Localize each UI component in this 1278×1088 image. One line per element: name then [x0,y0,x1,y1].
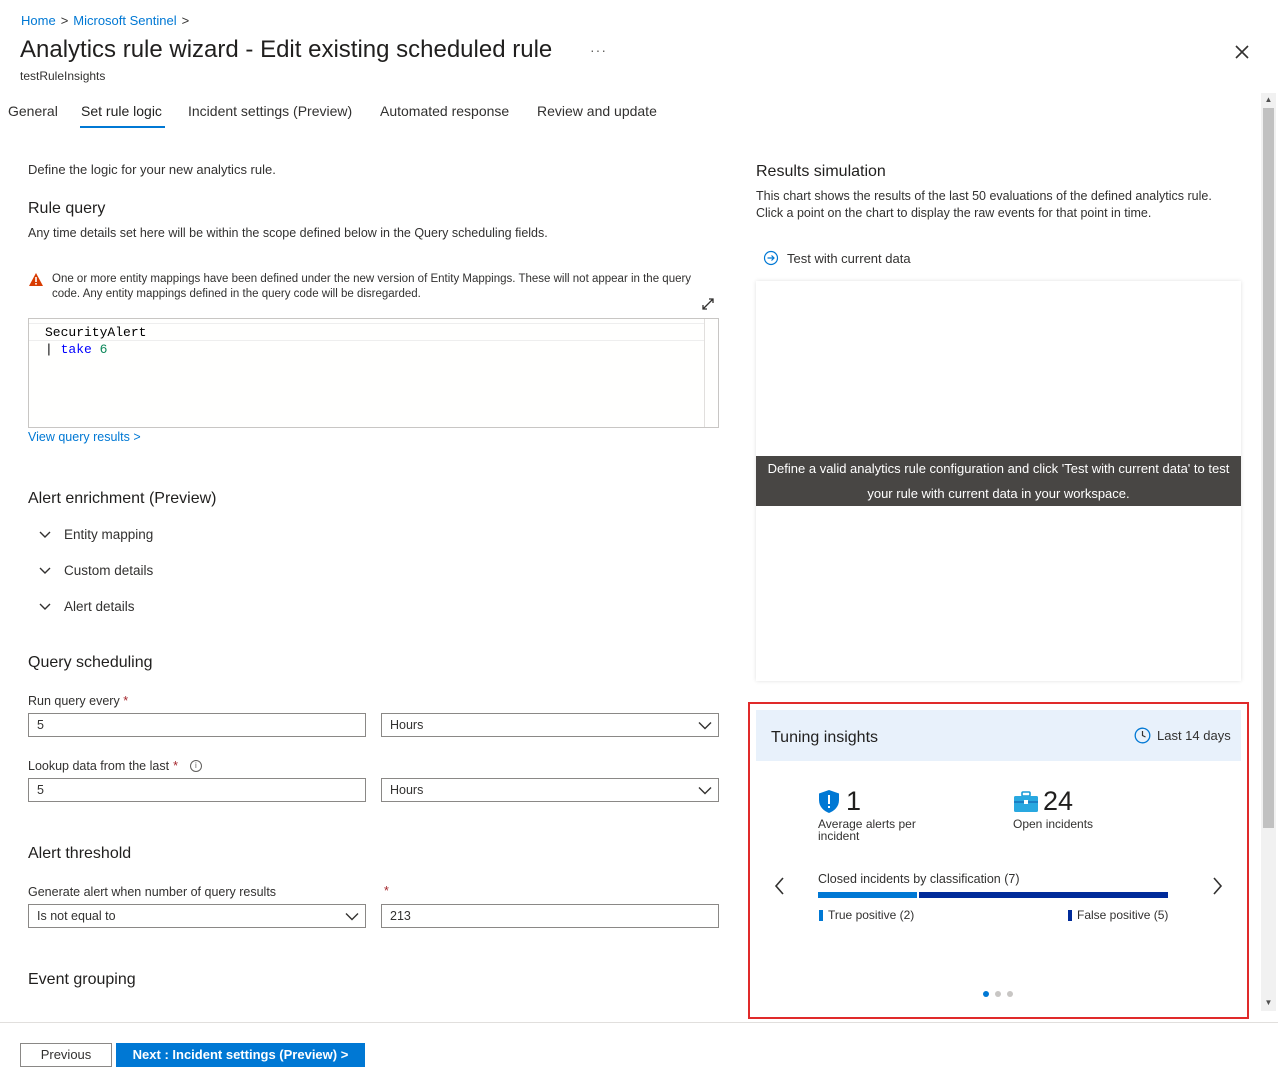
lookup-unit-select[interactable]: Hours [381,778,719,802]
next-button[interactable]: Next : Incident settings (Preview) > [116,1043,365,1067]
threshold-value-input[interactable]: 213 [381,904,719,928]
tab-set-rule-logic[interactable]: Set rule logic [81,103,162,119]
active-tab-indicator [80,126,165,128]
results-simulation-heading: Results simulation [756,163,886,180]
results-simulation-description: This chart shows the results of the last… [756,189,1212,220]
query-editor[interactable]: SecurityAlert | take 6 [28,318,719,428]
breadcrumb-sentinel-link[interactable]: Microsoft Sentinel [73,13,176,28]
query-keyword: take [60,342,92,357]
expand-editor-icon[interactable] [700,296,716,312]
required-marker: * [384,884,389,898]
scroll-up-arrow[interactable]: ▲ [1261,93,1276,107]
test-button-label: Test with current data [787,250,911,266]
chevron-down-icon [39,567,51,574]
lookup-unit-value: Hours [390,783,424,797]
test-with-current-data-button[interactable]: Test with current data [763,250,911,266]
event-grouping-heading: Event grouping [28,971,136,988]
previous-button[interactable]: Previous [20,1043,112,1067]
simulation-message-banner: Define a valid analytics rule configurat… [756,456,1241,506]
query-scheduling-heading: Query scheduling [28,654,153,671]
breadcrumb: Home > Microsoft Sentinel > [21,13,189,28]
required-marker: * [123,694,129,708]
chevron-down-icon [345,912,359,920]
threshold-label: Generate alert when number of query resu… [28,885,277,899]
page-title: Analytics rule wizard - Edit existing sc… [20,36,553,63]
view-query-results-link[interactable]: View query results > [28,430,141,444]
alert-details-label: Alert details [64,599,135,614]
scroll-down-arrow[interactable]: ▼ [1261,996,1276,1010]
breadcrumb-separator: > [60,13,69,28]
arrow-circle-icon [763,250,779,266]
more-options-button[interactable]: ··· [590,42,607,58]
run-query-label: Run query every * [28,694,128,708]
chevron-down-icon [39,531,51,538]
chevron-down-icon [698,721,712,729]
query-line: SecurityAlert [29,323,705,341]
tab-general[interactable]: General [8,103,58,119]
run-query-unit-value: Hours [390,718,424,732]
custom-details-label: Custom details [64,563,154,578]
lookup-data-input[interactable]: 5 [28,778,366,802]
close-icon[interactable] [1230,40,1254,64]
rule-name-subtitle: testRuleInsights [20,69,106,83]
run-query-unit-select[interactable]: Hours [381,713,719,737]
tab-review-and-update[interactable]: Review and update [537,103,657,119]
breadcrumb-separator: > [181,13,190,28]
alert-enrichment-heading: Alert enrichment (Preview) [28,490,217,507]
query-line: | take 6 [45,341,107,359]
editor-scrollbar[interactable] [704,319,705,427]
entity-mapping-label: Entity mapping [64,527,154,542]
query-pipe: | [45,342,53,357]
query-number: 6 [99,342,108,357]
breadcrumb-home-link[interactable]: Home [21,13,56,28]
rule-query-heading: Rule query [28,200,106,217]
lookup-label: Lookup data from the last * i [28,759,202,773]
warning-text: One or more entity mappings have been de… [52,273,692,300]
alert-threshold-heading: Alert threshold [28,845,132,862]
chevron-down-icon [39,603,51,610]
intro-text: Define the logic for your new analytics … [28,162,276,177]
threshold-operator-select[interactable]: Is not equal to [28,904,366,928]
run-query-every-input[interactable]: 5 [28,713,366,737]
custom-details-expander[interactable]: Custom details [38,563,153,578]
entity-mapping-warning: One or more entity mappings have been de… [28,272,698,302]
tuning-insights-highlight [748,702,1249,1019]
tab-incident-settings[interactable]: Incident settings (Preview) [188,103,352,119]
tab-automated-response[interactable]: Automated response [380,103,509,119]
query-table-name: SecurityAlert [45,325,147,340]
scrollbar-thumb[interactable] [1263,108,1274,828]
entity-mapping-expander[interactable]: Entity mapping [38,527,153,542]
rule-query-description: Any time details set here will be within… [28,226,548,240]
lookup-label-text: Lookup data from the last [28,759,170,773]
run-query-label-text: Run query every [28,694,120,708]
warning-icon [28,272,44,302]
required-marker: * [173,759,178,773]
chevron-down-icon [698,786,712,794]
footer-divider [0,1022,1278,1023]
info-icon[interactable]: i [189,760,202,772]
alert-details-expander[interactable]: Alert details [38,599,135,614]
threshold-operator-value: Is not equal to [37,909,116,923]
